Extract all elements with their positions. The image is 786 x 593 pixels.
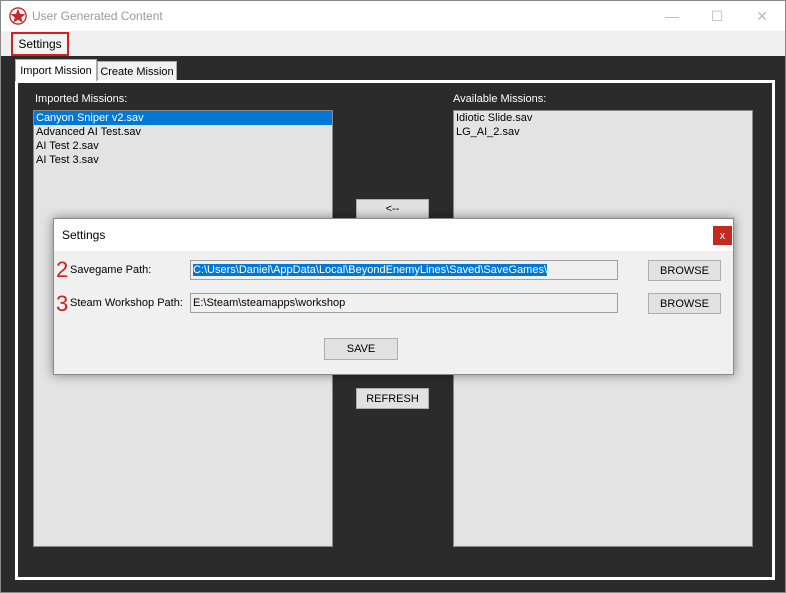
workshop-path-label: Steam Workshop Path: xyxy=(70,297,183,309)
list-item[interactable]: Idiotic Slide.sav xyxy=(454,111,752,125)
list-item[interactable]: LG_AI_2.sav xyxy=(454,125,752,139)
annotation-3: 3 xyxy=(56,291,69,316)
browse-savegame-button[interactable]: BROWSE xyxy=(648,260,721,281)
close-window-button[interactable]: ✕ xyxy=(739,1,785,31)
window-title: User Generated Content xyxy=(32,9,163,23)
list-item[interactable]: Advanced AI Test.sav xyxy=(34,125,332,139)
refresh-button[interactable]: REFRESH xyxy=(356,388,429,409)
red-star-icon xyxy=(9,7,27,25)
settings-dialog: Settings x 2 Savegame Path: C:\Users\Dan… xyxy=(53,218,734,375)
save-button[interactable]: SAVE xyxy=(324,338,398,360)
dialog-title-bar[interactable]: Settings x xyxy=(54,219,733,251)
dialog-title: Settings xyxy=(62,228,106,242)
list-item[interactable]: Canyon Sniper v2.sav xyxy=(34,111,332,125)
available-missions-label: Available Missions: xyxy=(453,93,547,105)
dialog-body: 2 Savegame Path: C:\Users\Daniel\AppData… xyxy=(54,251,733,374)
move-left-button[interactable]: <-- xyxy=(356,199,429,219)
tab-create-mission[interactable]: Create Mission xyxy=(97,61,177,81)
minimize-button[interactable]: — xyxy=(649,1,695,31)
app-window: User Generated Content — ☐ ✕ Settings 1 … xyxy=(0,0,786,593)
workshop-path-input[interactable]: E:\Steam\steamapps\workshop xyxy=(190,293,618,313)
savegame-path-label: Savegame Path: xyxy=(70,264,152,276)
list-item[interactable]: AI Test 2.sav xyxy=(34,139,332,153)
menu-settings[interactable]: Settings xyxy=(11,32,69,56)
list-item[interactable]: AI Test 3.sav xyxy=(34,153,332,167)
imported-missions-label: Imported Missions: xyxy=(35,93,128,105)
dialog-close-button[interactable]: x xyxy=(713,226,732,245)
savegame-path-input[interactable]: C:\Users\Daniel\AppData\Local\BeyondEnem… xyxy=(190,260,618,280)
annotation-2: 2 xyxy=(56,257,69,282)
browse-workshop-button[interactable]: BROWSE xyxy=(648,293,721,314)
tab-import-mission[interactable]: Import Mission xyxy=(15,59,97,81)
savegame-path-value: C:\Users\Daniel\AppData\Local\BeyondEnem… xyxy=(193,264,548,276)
menu-bar: Settings 1 xyxy=(1,31,785,85)
maximize-button[interactable]: ☐ xyxy=(694,1,740,31)
title-bar[interactable]: User Generated Content — ☐ ✕ xyxy=(1,1,785,31)
